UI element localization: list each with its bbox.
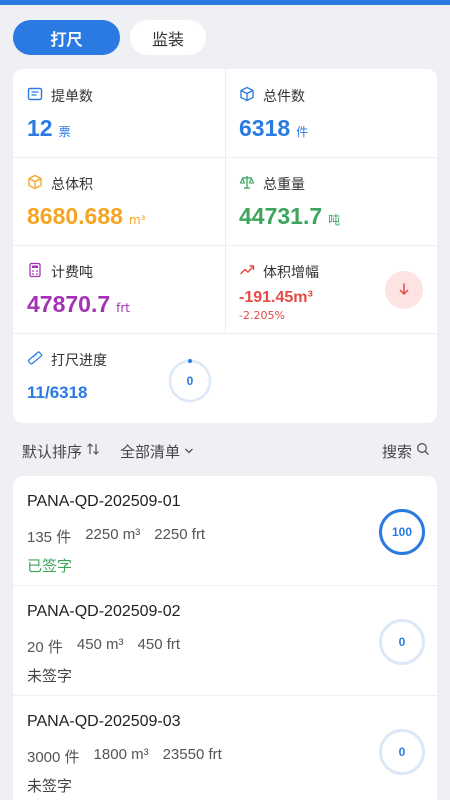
item-pieces: 3000 件 (27, 749, 80, 766)
stat-label: 提单数 (51, 89, 93, 105)
calculator-icon (27, 262, 43, 282)
stat-volume: 总体积 8680.688 m³ (13, 157, 225, 245)
summary-card: 提单数 12 票 总件数 6318 件 总体积 8680.688 m³ 总重量 … (13, 69, 437, 423)
item-volume: 450 m³ (76, 636, 124, 653)
item-pieces: 20 件 (27, 639, 63, 656)
stat-weight: 总重量 44731.7 吨 (225, 157, 437, 245)
item-status: 未签字 (27, 667, 73, 685)
item-progress-ring: 100 (378, 508, 426, 556)
item-title: PANA-QD-202509-02 (27, 603, 181, 620)
item-meta: 135 件 2250 m³ 2250 frt (27, 526, 205, 547)
scale-icon (239, 174, 255, 194)
bill-list: PANA-QD-202509-01 135 件 2250 m³ 2250 frt… (13, 476, 437, 800)
box-icon (239, 86, 255, 106)
stat-value: 6318 (239, 115, 291, 141)
item-meta: 20 件 450 m³ 450 frt (27, 636, 180, 657)
search-label: 搜索 (381, 442, 412, 461)
item-frt: 2250 frt (154, 526, 206, 543)
item-progress-value: 0 (398, 635, 406, 649)
sort-button[interactable]: 默认排序 (22, 441, 100, 462)
arrow-down-icon (397, 281, 411, 300)
item-status: 已签字 (27, 557, 73, 575)
stat-billing-ton: 计费吨 47870.7 frt (13, 245, 225, 333)
item-volume: 1800 m³ (93, 746, 149, 763)
item-title: PANA-QD-202509-01 (27, 493, 181, 510)
stat-bill-count: 提单数 12 票 (13, 69, 225, 157)
tab-bar: 打尺 监装 (13, 20, 206, 55)
filter-dropdown[interactable]: 全部清单 (120, 441, 194, 462)
stat-label: 总体积 (51, 177, 93, 193)
document-icon (27, 86, 43, 106)
stat-value: 8680.688 (27, 203, 123, 229)
stat-label: 总件数 (263, 89, 305, 105)
top-accent-bar (0, 0, 450, 5)
stat-value: 12 (27, 115, 53, 141)
stat-unit: 票 (58, 125, 71, 139)
list-toolbar: 默认排序 全部清单 搜索 (22, 440, 430, 462)
tab-supervise-loading[interactable]: 监装 (130, 20, 206, 55)
cube-icon (27, 174, 43, 194)
stat-label: 计费吨 (51, 265, 93, 281)
list-item[interactable]: PANA-QD-202509-02 20 件 450 m³ 450 frt 未签… (13, 586, 437, 695)
stat-label: 打尺进度 (51, 353, 107, 369)
stat-volume-change: 体积增幅 -191.45m³ -2.205% (225, 245, 437, 333)
ruler-icon (27, 350, 43, 370)
item-meta: 3000 件 1800 m³ 23550 frt (27, 746, 222, 767)
search-button[interactable]: 搜索 (382, 441, 430, 462)
stat-piece-count: 总件数 6318 件 (225, 69, 437, 157)
list-item[interactable]: PANA-QD-202509-03 3000 件 1800 m³ 23550 f… (13, 696, 437, 800)
item-frt: 23550 frt (162, 746, 222, 763)
search-icon (416, 442, 430, 460)
item-frt: 450 frt (137, 636, 181, 653)
stat-label: 总重量 (263, 177, 305, 193)
progress-ring-value: 0 (186, 374, 194, 388)
tab-measure[interactable]: 打尺 (13, 20, 120, 55)
item-progress-value: 0 (398, 745, 406, 759)
progress-ring: 0 (168, 359, 212, 403)
stat-value: 47870.7 (27, 291, 111, 317)
trend-button[interactable] (385, 271, 423, 309)
sort-label: 默认排序 (22, 442, 83, 461)
filter-label: 全部清单 (120, 442, 181, 461)
item-progress-value: 100 (391, 525, 413, 539)
item-progress-ring: 0 (378, 728, 426, 776)
chevron-down-icon (184, 442, 194, 460)
stat-label: 体积增幅 (263, 265, 319, 281)
item-progress-ring: 0 (378, 618, 426, 666)
stat-unit: 吨 (328, 213, 341, 227)
list-item[interactable]: PANA-QD-202509-01 135 件 2250 m³ 2250 frt… (13, 476, 437, 585)
item-volume: 2250 m³ (85, 526, 141, 543)
stat-percent: -2.205% (239, 309, 285, 322)
item-title: PANA-QD-202509-03 (27, 713, 181, 730)
stat-unit: 件 (296, 125, 309, 139)
sort-icon (86, 442, 100, 460)
stat-unit: frt (116, 301, 131, 315)
item-pieces: 135 件 (27, 529, 72, 546)
trend-up-icon (239, 262, 255, 282)
stat-value: 44731.7 (239, 203, 323, 229)
item-status: 未签字 (27, 777, 73, 795)
stat-unit: m³ (128, 213, 146, 227)
